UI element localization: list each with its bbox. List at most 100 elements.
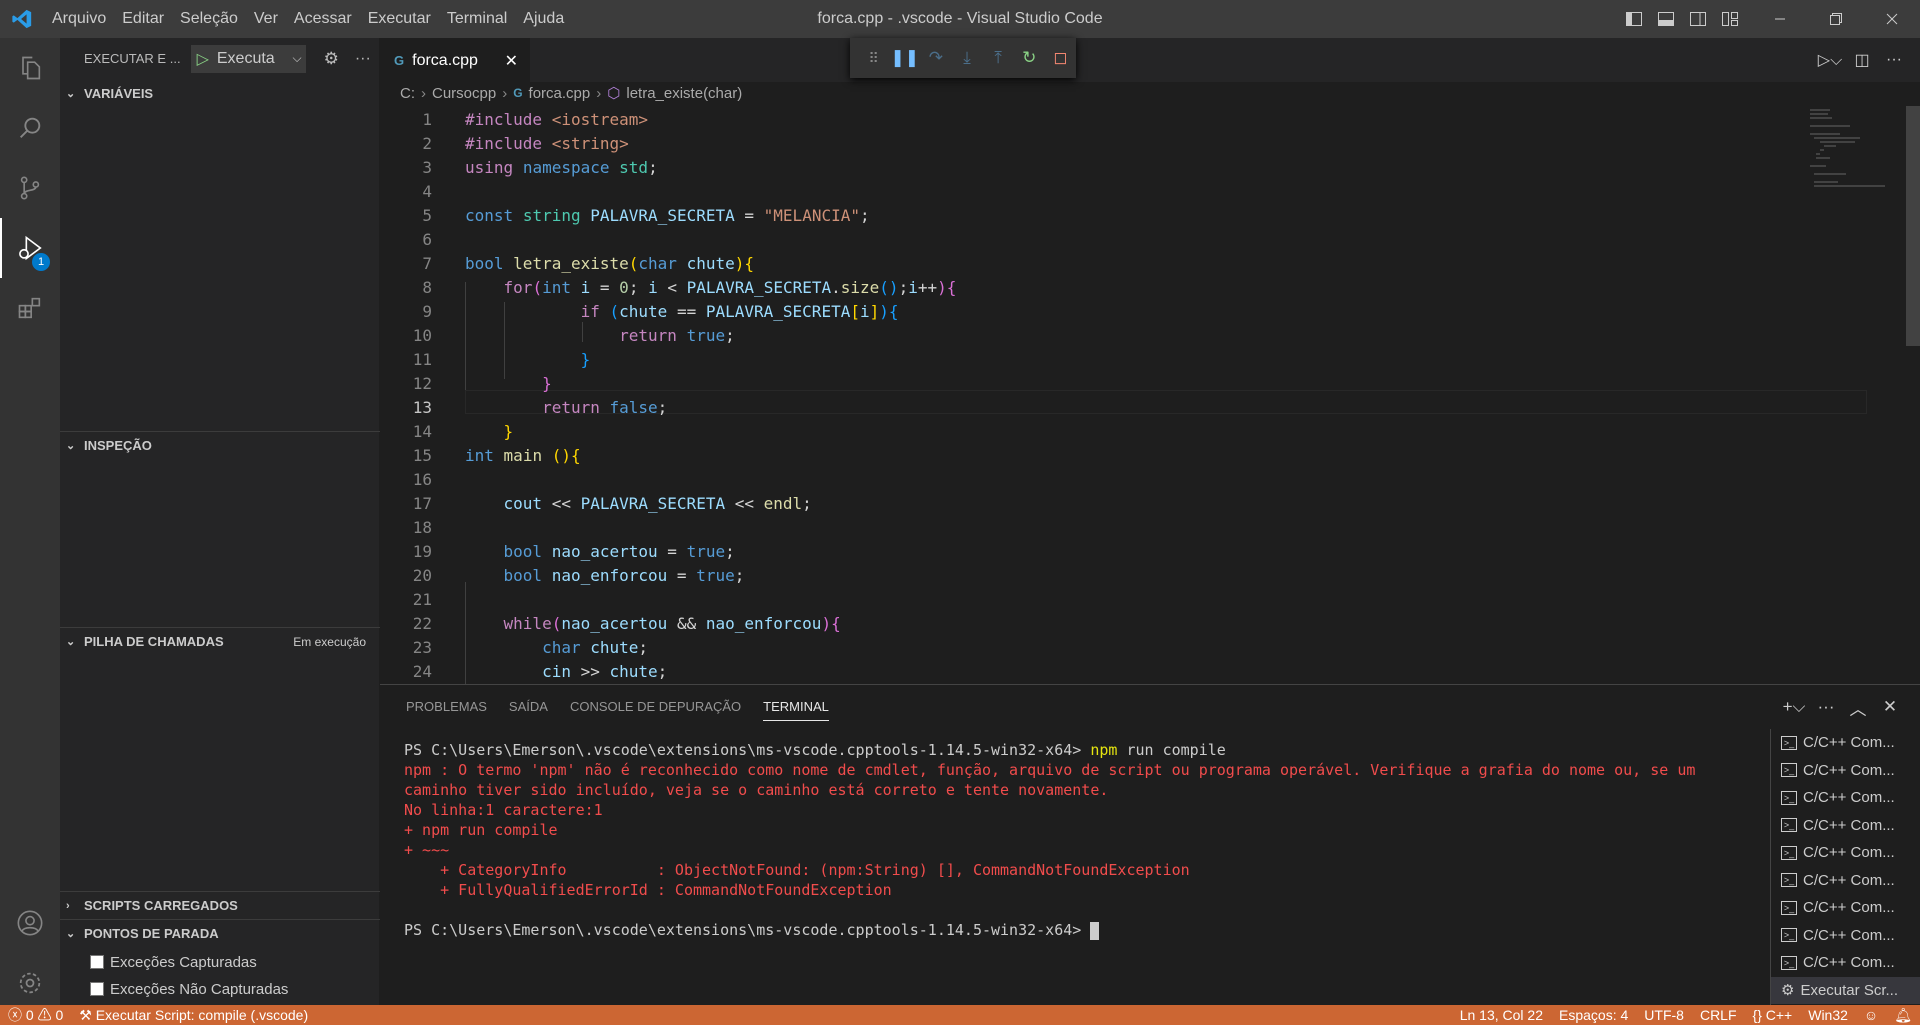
breakpoint-checkbox[interactable] bbox=[90, 982, 104, 996]
tab-saida[interactable]: SAÍDA bbox=[509, 685, 548, 729]
cursor-position[interactable]: Ln 13, Col 22 bbox=[1452, 1007, 1551, 1023]
breadcrumb-symbol[interactable]: letra_existe(char) bbox=[626, 85, 742, 102]
terminal-list-item[interactable]: >_ C/C++ Com... bbox=[1771, 839, 1920, 867]
menu-ver[interactable]: Ver bbox=[246, 0, 286, 38]
restart-icon[interactable]: ↻ bbox=[1014, 48, 1045, 68]
chevron-right-icon: › bbox=[66, 899, 70, 912]
breadcrumb-folder[interactable]: Cursocpp bbox=[432, 85, 496, 102]
encoding[interactable]: UTF-8 bbox=[1636, 1007, 1692, 1023]
tab-console-depuracao[interactable]: CONSOLE DE DEPURAÇÃO bbox=[570, 685, 741, 729]
minimap[interactable] bbox=[1810, 108, 1900, 188]
close-window-icon[interactable] bbox=[1864, 0, 1920, 38]
watch-section-header[interactable]: ⌄ INSPEÇÃO bbox=[60, 431, 380, 459]
menu-acessar[interactable]: Acessar bbox=[286, 0, 360, 38]
split-editor-icon[interactable]: ◫ bbox=[1846, 50, 1878, 70]
customize-layout-icon[interactable] bbox=[1714, 0, 1746, 38]
extensions-icon[interactable] bbox=[0, 278, 60, 338]
terminal-list-item-active[interactable]: ⚙ Executar Scr... bbox=[1771, 976, 1920, 1004]
feedback-icon[interactable]: ☺ bbox=[1856, 1007, 1886, 1023]
cpp-file-icon: G bbox=[394, 53, 405, 68]
line-number: 19 bbox=[412, 542, 432, 561]
breakpoint-item[interactable]: Exceções Capturadas bbox=[90, 949, 257, 975]
tab-forca-cpp[interactable]: G forca.cpp ✕ bbox=[380, 38, 530, 82]
terminal-list-item[interactable]: >_ C/C++ Com... bbox=[1771, 922, 1920, 950]
code-line: cin >> chute; bbox=[542, 662, 668, 681]
step-out-icon[interactable]: ⤒ bbox=[983, 48, 1014, 68]
menu-executar[interactable]: Executar bbox=[360, 0, 439, 38]
panel-more-icon[interactable]: ··· bbox=[1810, 697, 1842, 717]
terminal-list-item[interactable]: >_ C/C++ Com... bbox=[1771, 784, 1920, 812]
breadcrumb-drive[interactable]: C: bbox=[400, 85, 415, 102]
line-number: 3 bbox=[422, 158, 432, 177]
task-status[interactable]: ⚒ Executar Script: compile (.vscode) bbox=[71, 1007, 316, 1024]
new-terminal-icon[interactable]: +⌵ bbox=[1778, 697, 1810, 717]
pause-icon[interactable]: ❚❚ bbox=[889, 48, 920, 68]
minimize-icon[interactable] bbox=[1752, 0, 1808, 38]
activity-bar: 1 bbox=[0, 38, 60, 1005]
source-control-icon[interactable] bbox=[0, 158, 60, 218]
toggle-panel-icon[interactable] bbox=[1650, 0, 1682, 38]
more-actions-icon[interactable]: ··· bbox=[355, 50, 371, 68]
code-editor[interactable]: 1 #include <iostream> 2 #include <string… bbox=[380, 106, 1900, 684]
menu-bar: Arquivo Editar Seleção Ver Acessar Execu… bbox=[44, 0, 572, 38]
accounts-icon[interactable] bbox=[0, 893, 60, 953]
terminal-list-item[interactable]: >_ C/C++ Com... bbox=[1771, 894, 1920, 922]
restore-icon[interactable] bbox=[1808, 0, 1864, 38]
start-debug-icon[interactable]: ▷ bbox=[197, 49, 209, 69]
terminal-list-item[interactable]: >_ C/C++ Com... bbox=[1771, 729, 1920, 757]
menu-selecao[interactable]: Seleção bbox=[172, 0, 246, 38]
vscode-logo-icon bbox=[0, 0, 44, 38]
tab-terminal[interactable]: TERMINAL bbox=[763, 693, 829, 721]
menu-arquivo[interactable]: Arquivo bbox=[44, 0, 114, 38]
problems-status[interactable]: ⓧ 0 ⚠ 0 bbox=[0, 1005, 71, 1025]
line-number: 12 bbox=[412, 374, 432, 393]
bottom-panel: PROBLEMAS SAÍDA CONSOLE DE DEPURAÇÃO TER… bbox=[380, 684, 1920, 1006]
end-of-line[interactable]: CRLF bbox=[1692, 1007, 1745, 1023]
toggle-primary-sidebar-icon[interactable] bbox=[1618, 0, 1650, 38]
run-debug-sidebar: EXECUTAR E ... ▷ Executa ⌵ ⚙ ··· ⌄ VARIÁV… bbox=[60, 38, 380, 1005]
code-line: bool nao_acertou = true; bbox=[503, 542, 735, 561]
notifications-bell-icon[interactable]: 🔔︎ bbox=[1886, 1007, 1920, 1024]
breakpoint-checkbox[interactable] bbox=[90, 955, 104, 969]
loaded-scripts-title: SCRIPTS CARREGADOS bbox=[84, 898, 238, 913]
close-tab-icon[interactable]: ✕ bbox=[505, 51, 518, 71]
menu-terminal[interactable]: Terminal bbox=[439, 0, 515, 38]
code-line: return false; bbox=[542, 398, 668, 417]
variables-section-header[interactable]: ⌄ VARIÁVEIS bbox=[60, 79, 380, 107]
step-into-icon[interactable]: ⤓ bbox=[951, 48, 982, 68]
editor-more-icon[interactable]: ··· bbox=[1878, 51, 1910, 69]
maximize-panel-icon[interactable]: ︿ bbox=[1842, 695, 1874, 720]
menu-ajuda[interactable]: Ajuda bbox=[515, 0, 572, 38]
stop-icon[interactable]: ◻ bbox=[1045, 48, 1076, 68]
manage-gear-icon[interactable] bbox=[0, 953, 60, 1013]
launch-config-select[interactable]: ▷ Executa ⌵ bbox=[190, 44, 306, 73]
toggle-secondary-sidebar-icon[interactable] bbox=[1682, 0, 1714, 38]
terminal-list-item[interactable]: >_ C/C++ Com... bbox=[1771, 949, 1920, 977]
call-stack-title: PILHA DE CHAMADAS bbox=[84, 634, 224, 649]
open-launch-json-gear-icon[interactable]: ⚙ bbox=[324, 49, 339, 69]
editor-scrollbar[interactable] bbox=[1906, 106, 1920, 346]
indentation[interactable]: Espaços: 4 bbox=[1551, 1007, 1636, 1023]
step-over-icon[interactable]: ↷ bbox=[920, 48, 951, 68]
line-number: 15 bbox=[412, 446, 432, 465]
loaded-scripts-section-header[interactable]: › SCRIPTS CARREGADOS bbox=[60, 891, 380, 919]
line-number: 1 bbox=[422, 110, 432, 129]
terminal-list-item[interactable]: >_ C/C++ Com... bbox=[1771, 812, 1920, 840]
terminal-output[interactable]: PS C:\Users\Emerson\.vscode\extensions\m… bbox=[404, 740, 1695, 940]
terminal-list-item[interactable]: >_ C/C++ Com... bbox=[1771, 757, 1920, 785]
tab-problemas[interactable]: PROBLEMAS bbox=[406, 685, 487, 729]
terminal-list-item[interactable]: >_ C/C++ Com... bbox=[1771, 867, 1920, 895]
run-debug-file-icon[interactable]: ▷⌵ bbox=[1814, 50, 1846, 70]
breakpoints-section-header[interactable]: ⌄ PONTOS DE PARADA bbox=[60, 919, 380, 947]
close-panel-icon[interactable]: ✕ bbox=[1874, 697, 1906, 717]
explorer-icon[interactable] bbox=[0, 38, 60, 98]
breakpoint-item[interactable]: Exceções Não Capturadas bbox=[90, 976, 288, 1002]
platform-config[interactable]: Win32 bbox=[1800, 1007, 1856, 1023]
search-icon[interactable] bbox=[0, 98, 60, 158]
call-stack-section-header[interactable]: ⌄ PILHA DE CHAMADAS Em execução bbox=[60, 627, 380, 655]
language-mode[interactable]: {} C++ bbox=[1745, 1007, 1801, 1023]
run-and-debug-icon[interactable]: 1 bbox=[0, 218, 60, 278]
drag-handle-icon[interactable]: ⠿ bbox=[858, 50, 889, 67]
breadcrumb-file[interactable]: forca.cpp bbox=[529, 85, 591, 102]
menu-editar[interactable]: Editar bbox=[114, 0, 172, 38]
